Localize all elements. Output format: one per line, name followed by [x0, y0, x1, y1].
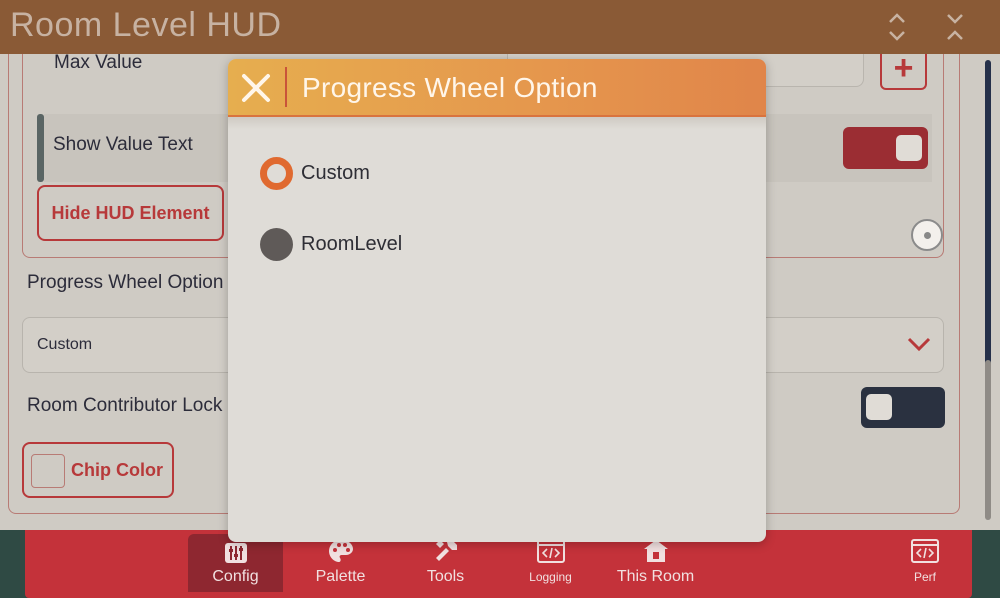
progress-wheel-option-label: Progress Wheel Option: [27, 272, 224, 293]
row-accent-bar: [37, 114, 44, 182]
nav-this-room-label: This Room: [616, 568, 695, 585]
increment-button[interactable]: +: [880, 51, 927, 90]
app-title: Room Level HUD: [10, 6, 282, 44]
title-bar: Room Level HUD: [0, 0, 1000, 54]
progress-wheel-option-dialog: Progress Wheel Option Custom RoomLevel: [228, 59, 766, 542]
show-value-text-toggle[interactable]: [843, 127, 928, 169]
scroll-handle[interactable]: [911, 219, 943, 251]
radio-selected[interactable]: [260, 157, 293, 190]
header-shadow: [228, 117, 766, 129]
nav-tools-label: Tools: [426, 568, 465, 585]
show-value-text-label: Show Value Text: [53, 134, 193, 155]
scrollbar-thumb[interactable]: [985, 60, 991, 380]
max-value-label: Max Value: [54, 52, 143, 73]
header-divider: [285, 67, 287, 107]
vertical-scrollbar[interactable]: [985, 60, 991, 520]
sliders-icon: [224, 543, 247, 563]
option-roomlevel[interactable]: RoomLevel: [260, 228, 460, 262]
nav-perf-label: Perf: [913, 570, 936, 584]
dialog-header: Progress Wheel Option: [228, 59, 766, 117]
option-label: RoomLevel: [301, 233, 403, 255]
nav-config[interactable]: Config: [188, 534, 283, 592]
expand-icon[interactable]: [882, 10, 912, 44]
option-custom[interactable]: Custom: [260, 157, 460, 191]
color-swatch: [31, 454, 65, 488]
room-contributor-lock-label: Room Contributor Lock: [27, 395, 223, 416]
room-contributor-lock-toggle[interactable]: [861, 387, 945, 428]
dialog-title: Progress Wheel Option: [302, 72, 598, 103]
option-label: Custom: [301, 162, 370, 184]
scrollbar-track-lower: [985, 360, 991, 520]
toggle-knob: [896, 135, 922, 161]
code-icon: [911, 539, 939, 563]
nav-palette-label: Palette: [315, 568, 366, 585]
chevron-down-icon: [907, 337, 931, 352]
nav-logging-label: Logging: [529, 570, 572, 584]
chip-color-button[interactable]: Chip Color: [22, 442, 174, 498]
radio-unselected[interactable]: [260, 228, 293, 261]
hide-hud-element-button[interactable]: Hide HUD Element: [37, 185, 224, 241]
collapse-icon[interactable]: [940, 10, 970, 44]
toggle-knob: [866, 394, 892, 420]
dropdown-value: Custom: [37, 336, 93, 353]
nav-perf[interactable]: Perf: [895, 530, 955, 594]
scroll-handle-dot: [924, 232, 931, 239]
close-icon[interactable]: [240, 72, 272, 104]
nav-config-label: Config: [212, 568, 259, 585]
chip-color-label: Chip Color: [71, 460, 163, 480]
